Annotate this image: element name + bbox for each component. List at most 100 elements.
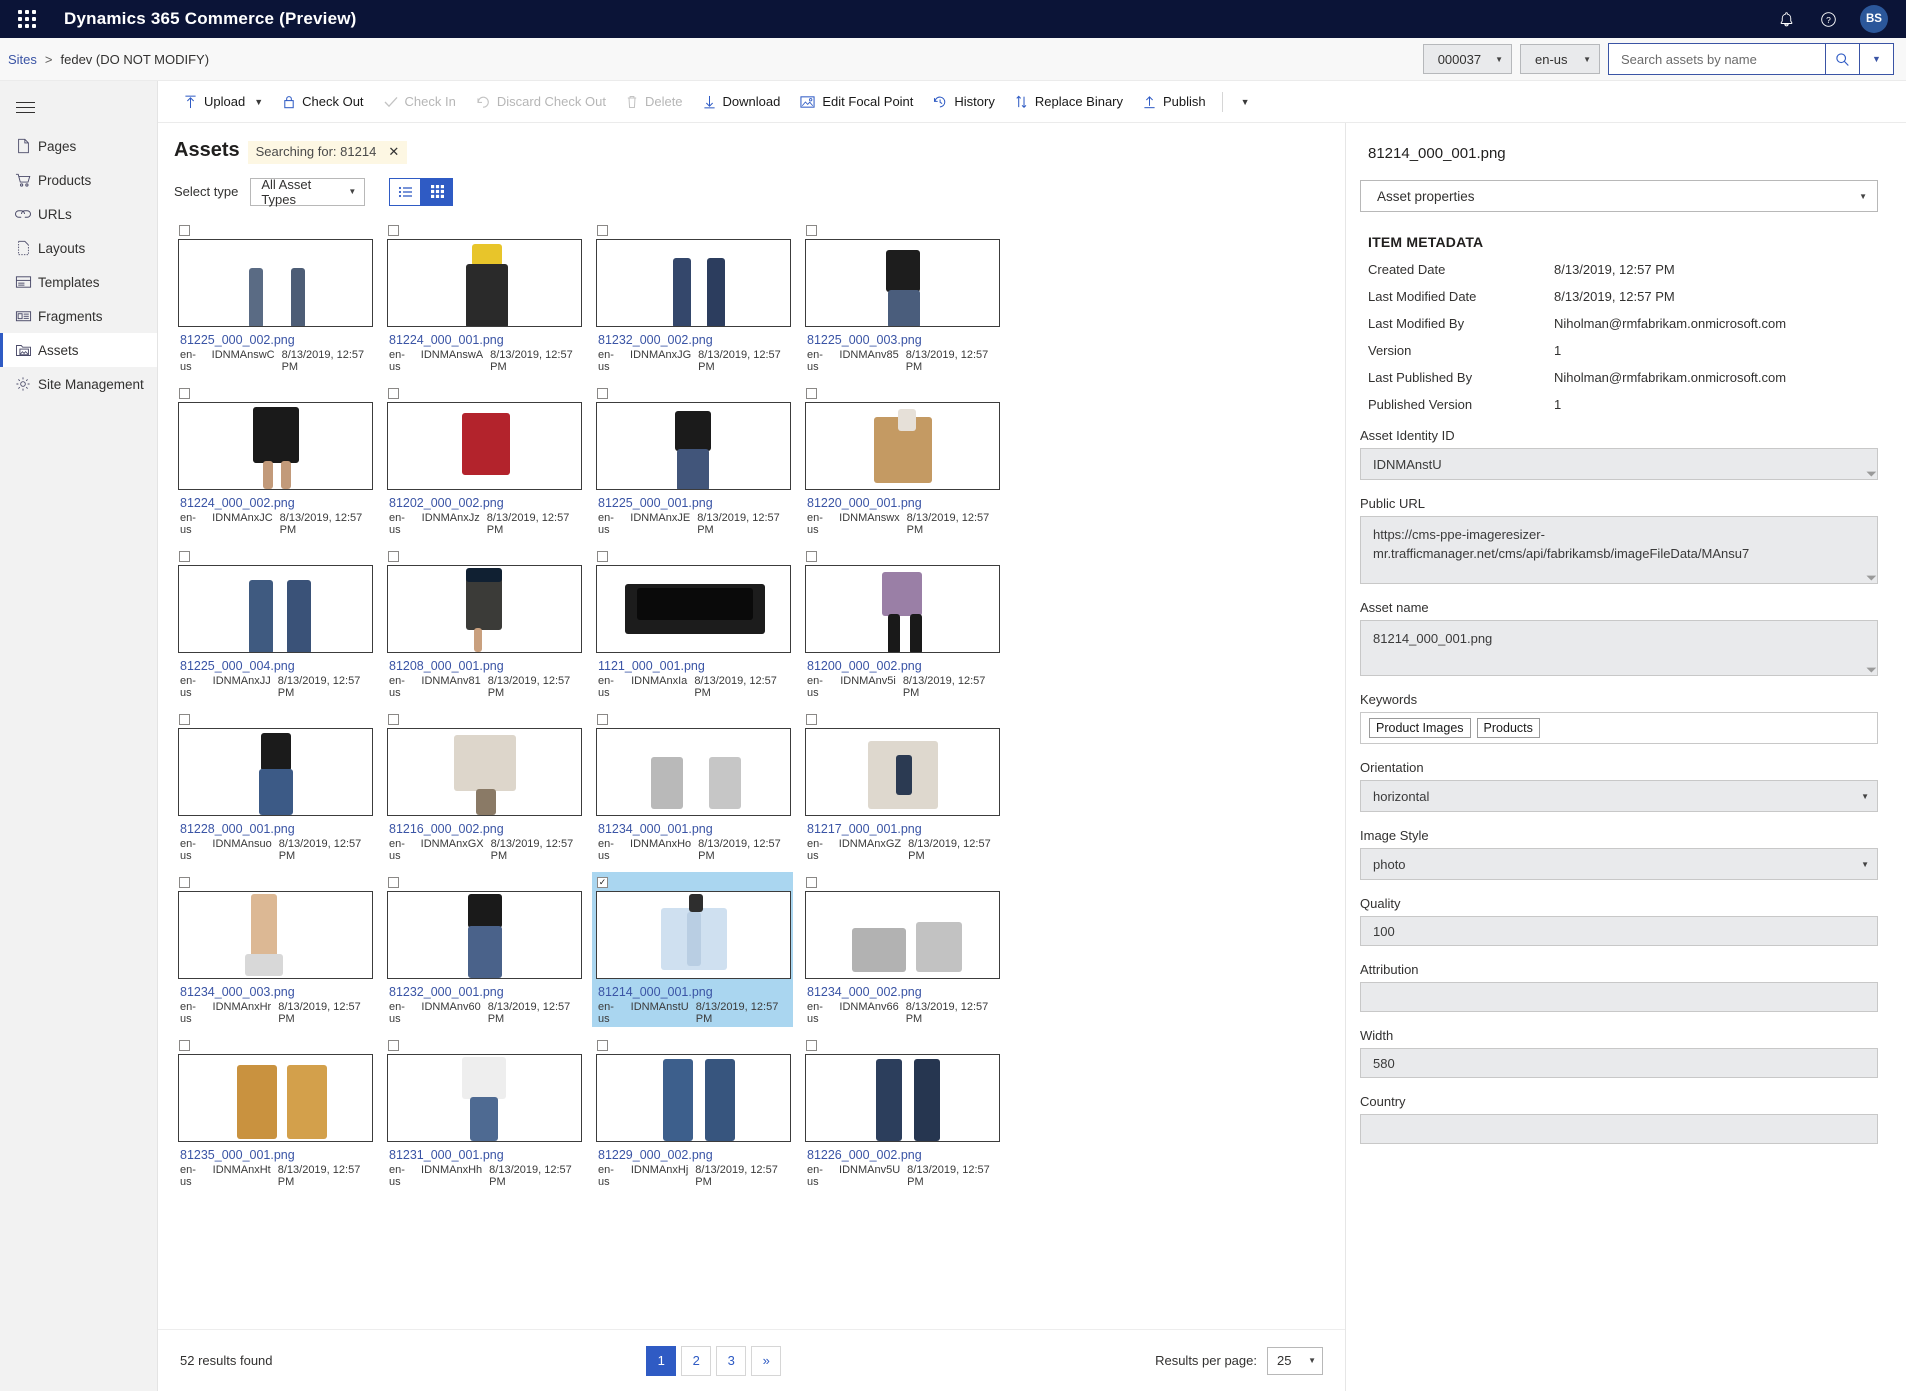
asset-thumbnail[interactable] [178,238,373,327]
asset-tile-checkbox[interactable] [597,224,608,236]
asset-thumbnail[interactable] [387,890,582,979]
upload-button[interactable]: Upload ▼ [174,87,273,117]
asset-tile-checkbox[interactable] [806,387,817,399]
asset-tile-name[interactable]: 1121_000_001.png [598,659,791,673]
asset-tile-checkbox[interactable] [806,550,817,562]
asset-thumbnail[interactable] [805,890,1000,979]
replace-binary-button[interactable]: Replace Binary [1005,87,1133,117]
asset-tile[interactable]: 81200_000_002.png en-us IDNMAnv5i 8/13/2019… [801,546,1002,701]
keywords-input[interactable]: Product Images Products [1360,712,1878,744]
asset-tile-name[interactable]: 81225_000_003.png [807,333,1000,347]
asset-tile-checkbox[interactable] [806,1039,817,1051]
asset-thumbnail[interactable] [805,564,1000,653]
close-icon[interactable]: ✕ [388,144,399,160]
hamburger-icon[interactable] [0,85,157,129]
asset-thumbnail[interactable] [596,890,791,979]
asset-tile-checkbox[interactable] [597,1039,608,1051]
asset-tile[interactable]: 81235_000_001.png en-us IDNMAnxHt 8/13/2019… [174,1035,375,1190]
channel-select[interactable]: 000037 ▼ [1422,44,1512,74]
asset-tile-checkbox[interactable] [179,224,190,236]
asset-tile-name[interactable]: 81220_000_001.png [807,496,1000,510]
asset-tile-name[interactable]: 81202_000_002.png [389,496,582,510]
asset-tile[interactable]: 81232_000_001.png en-us IDNMAnv60 8/13/2019… [383,872,584,1027]
chevron-down-icon[interactable]: ▼ [254,97,263,107]
asset-tile-checkbox[interactable] [388,713,399,725]
asset-tile-checkbox[interactable] [806,224,817,236]
asset-tile-name[interactable]: 81235_000_001.png [180,1148,373,1162]
asset-tile-checkbox[interactable] [806,876,817,888]
asset-thumbnail[interactable] [178,890,373,979]
sidebar-item-site-management[interactable]: Site Management [0,367,157,401]
asset-tile-name[interactable]: 81228_000_001.png [180,822,373,836]
orientation-select[interactable]: horizontal ▼ [1360,780,1878,812]
bell-icon[interactable] [1776,9,1796,29]
asset-thumbnail[interactable] [805,401,1000,490]
asset-thumbnail[interactable] [805,1053,1000,1142]
asset-tile[interactable]: 81225_000_002.png en-us IDNMAnswC 8/13/2019… [174,220,375,375]
asset-thumbnail[interactable] [387,401,582,490]
asset-tile-name[interactable]: 81234_000_001.png [598,822,791,836]
asset-tiles-scroll[interactable]: 81225_000_002.png en-us IDNMAnswC 8/13/2019… [158,206,1345,1330]
download-button[interactable]: Download [693,87,791,117]
asset-tile[interactable]: 81232_000_002.png en-us IDNMAnxJG 8/13/2019… [592,220,793,375]
asset-tile-checkbox[interactable] [806,713,817,725]
image-style-select[interactable]: photo ▼ [1360,848,1878,880]
asset-tile-checkbox[interactable] [179,876,190,888]
asset-thumbnail[interactable] [596,564,791,653]
page-button[interactable]: 1 [646,1345,677,1376]
public-url-input[interactable]: https://cms-ppe-imageresizer-mr.trafficm… [1360,516,1878,584]
check-out-button[interactable]: Check Out [273,87,373,117]
asset-thumbnail[interactable] [178,1053,373,1142]
asset-tile-name[interactable]: 81225_000_001.png [598,496,791,510]
asset-tile-name[interactable]: 81224_000_002.png [180,496,373,510]
results-per-page-select[interactable]: 25 ▼ [1266,1346,1323,1375]
asset-tile[interactable]: 81234_000_002.png en-us IDNMAnv66 8/13/2019… [801,872,1002,1027]
asset-tile-checkbox[interactable] [179,550,190,562]
asset-tile[interactable]: 81231_000_001.png en-us IDNMAnxHh 8/13/2019… [383,1035,584,1190]
search-options-chevron-down-icon[interactable]: ▼ [1859,44,1893,74]
asset-tile-name[interactable]: 81231_000_001.png [389,1148,582,1162]
asset-tile[interactable]: 81220_000_001.png en-us IDNMAnswx 8/13/2019… [801,383,1002,538]
asset-tile-name[interactable]: 81232_000_002.png [598,333,791,347]
asset-tile-name[interactable]: 81217_000_001.png [807,822,1000,836]
asset-identity-id-input[interactable]: IDNMAnstU ◢ [1360,448,1878,480]
asset-tile-name[interactable]: 81208_000_001.png [389,659,582,673]
asset-tile-name[interactable]: 81229_000_002.png [598,1148,791,1162]
page-button[interactable]: » [751,1345,782,1376]
asset-thumbnail[interactable] [805,727,1000,816]
asset-properties-select[interactable]: Asset properties ▼ [1360,180,1878,212]
asset-tile[interactable]: 81208_000_001.png en-us IDNMAnv81 8/13/2019… [383,546,584,701]
asset-tile[interactable]: 81224_000_002.png en-us IDNMAnxJC 8/13/2019… [174,383,375,538]
asset-tile[interactable]: 81225_000_004.png en-us IDNMAnxJJ 8/13/2019… [174,546,375,701]
asset-tile-name[interactable]: 81234_000_002.png [807,985,1000,999]
publish-button[interactable]: Publish [1133,87,1216,117]
grid-view-icon[interactable] [421,177,454,206]
asset-tile-checkbox[interactable] [388,387,399,399]
resize-grip-icon[interactable]: ◢ [1864,464,1878,478]
page-button[interactable]: 2 [681,1345,712,1376]
asset-tile-checkbox[interactable] [597,713,608,725]
asset-tile-name[interactable]: 81225_000_002.png [180,333,373,347]
asset-tile-checkbox[interactable] [179,1039,190,1051]
asset-tile-name[interactable]: 81200_000_002.png [807,659,1000,673]
asset-tile-name[interactable]: 81225_000_004.png [180,659,373,673]
sidebar-item-templates[interactable]: Templates [0,265,157,299]
asset-tile[interactable]: 81217_000_001.png en-us IDNMAnxGZ 8/13/2019… [801,709,1002,864]
edit-focal-point-button[interactable]: Edit Focal Point [790,87,923,117]
asset-tile-name[interactable]: 81234_000_003.png [180,985,373,999]
keyword-chip[interactable]: Product Images [1369,718,1471,738]
breadcrumb-root[interactable]: Sites [8,52,37,67]
asset-tile-name[interactable]: 81216_000_002.png [389,822,582,836]
asset-thumbnail[interactable] [178,564,373,653]
toolbar-overflow-button[interactable]: ▼ [1229,87,1260,117]
app-launcher-icon[interactable] [14,6,40,32]
asset-tile-name[interactable]: 81214_000_001.png [598,985,791,999]
magnifier-icon[interactable] [1825,44,1859,74]
asset-tile-checkbox[interactable] [388,224,399,236]
asset-thumbnail[interactable] [805,238,1000,327]
asset-thumbnail[interactable] [387,564,582,653]
sidebar-item-layouts[interactable]: Layouts [0,231,157,265]
page-button[interactable]: 3 [716,1345,747,1376]
sidebar-item-urls[interactable]: URLs [0,197,157,231]
asset-tile[interactable]: 81234_000_003.png en-us IDNMAnxHr 8/13/2019… [174,872,375,1027]
